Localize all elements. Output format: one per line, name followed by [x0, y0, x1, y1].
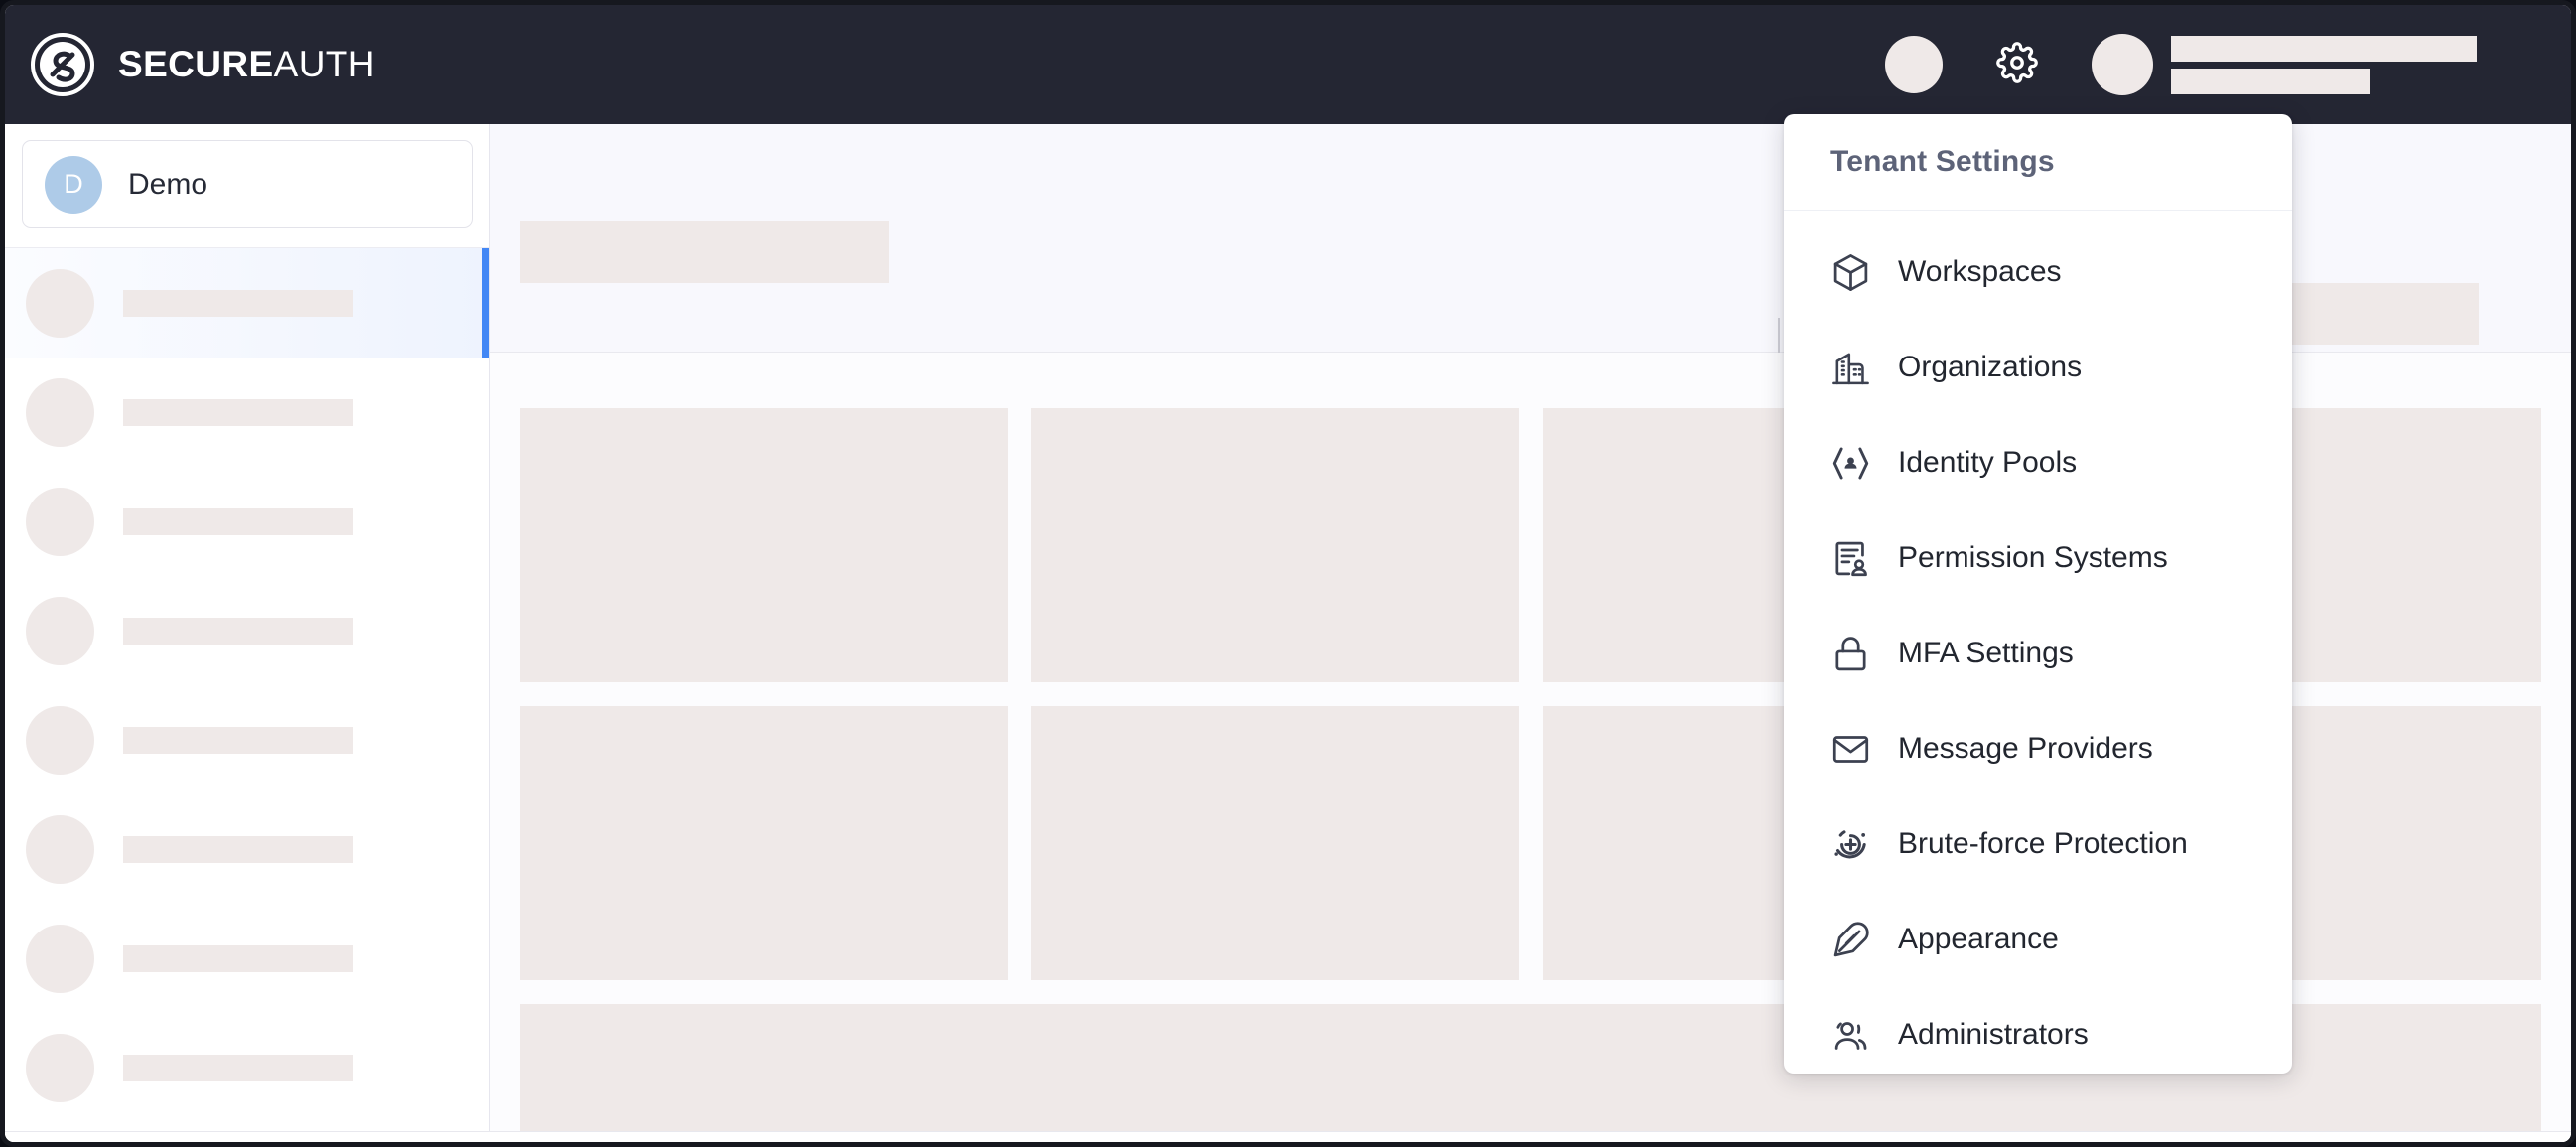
top-navigation-bar: SECUREAUTH — [5, 5, 2571, 124]
menu-item-mfa-settings[interactable]: MFA Settings — [1784, 606, 2292, 701]
sidebar-item-label-placeholder — [123, 835, 353, 863]
card-placeholder — [1031, 706, 1519, 980]
sidebar-item-icon-placeholder — [26, 596, 94, 665]
menu-item-organizations[interactable]: Organizations — [1784, 320, 2292, 415]
user-avatar[interactable] — [2092, 34, 2153, 95]
envelope-icon — [1830, 729, 1871, 770]
topbar-actions — [1885, 34, 2571, 95]
sidebar-item-label-placeholder — [123, 507, 353, 535]
workspace-selector-container: D Demo — [5, 124, 489, 248]
application-window: SECUREAUTH D Demo Tenant Settings Worksp… — [0, 0, 2576, 1147]
sidebar-item-label-placeholder — [123, 617, 353, 645]
sidebar-item-placeholder[interactable] — [5, 467, 489, 576]
menu-item-label: Permission Systems — [1898, 541, 2168, 574]
notifications-placeholder[interactable] — [1885, 36, 1943, 93]
card-placeholder — [520, 706, 1008, 980]
sidebar-item-placeholder[interactable] — [5, 576, 489, 685]
sidebar-item-placeholder[interactable] — [5, 904, 489, 1013]
tenant-settings-button[interactable] — [1988, 36, 2046, 93]
menu-item-identity-pools[interactable]: Identity Pools — [1784, 415, 2292, 510]
sidebar-item-placeholder[interactable] — [5, 794, 489, 904]
menu-item-message-providers[interactable]: Message Providers — [1784, 701, 2292, 796]
menu-item-brute-force-protection[interactable]: Brute-force Protection — [1784, 796, 2292, 892]
dropdown-header: Tenant Settings — [1784, 114, 2292, 211]
sidebar-item-label-placeholder — [123, 726, 353, 754]
sidebar: D Demo — [5, 124, 490, 1142]
cube-icon — [1830, 252, 1871, 293]
menu-item-label: Message Providers — [1898, 732, 2153, 765]
menu-item-administrators[interactable]: Administrators — [1784, 987, 2292, 1074]
card-placeholder — [1031, 408, 1519, 682]
sidebar-item-icon-placeholder — [26, 268, 94, 338]
lock-icon — [1830, 634, 1871, 674]
sidebar-item-placeholder[interactable] — [5, 358, 489, 467]
card-placeholder — [520, 408, 1008, 682]
brand-name: SECUREAUTH — [118, 44, 375, 85]
bottom-scroll-strip[interactable] — [5, 1131, 2571, 1142]
menu-item-label: Organizations — [1898, 351, 2083, 383]
user-name-placeholder — [2171, 35, 2477, 62]
dropdown-title: Tenant Settings — [1830, 145, 2055, 178]
sidebar-item-label-placeholder — [123, 944, 353, 972]
sidebar-item-icon-placeholder — [26, 487, 94, 556]
sidebar-item-placeholder[interactable] — [5, 685, 489, 794]
workspace-avatar: D — [45, 155, 102, 214]
menu-item-appearance[interactable]: Appearance — [1784, 892, 2292, 987]
brand-logo[interactable]: SECUREAUTH — [5, 31, 375, 98]
page-title-placeholder — [520, 221, 889, 283]
sidebar-item-icon-placeholder — [26, 924, 94, 993]
workspace-name: Demo — [128, 167, 208, 201]
sidebar-item-icon-placeholder — [26, 814, 94, 884]
sidebar-item-placeholder[interactable] — [5, 248, 489, 358]
gear-icon — [1996, 41, 2038, 88]
shield-target-icon — [1830, 824, 1871, 865]
users-icon — [1830, 1015, 1871, 1056]
user-role-placeholder — [2171, 68, 2370, 94]
menu-item-permission-systems[interactable]: Permission Systems — [1784, 510, 2292, 606]
user-info-placeholder — [2171, 35, 2477, 94]
menu-item-label: Brute-force Protection — [1898, 827, 2188, 860]
menu-item-label: Appearance — [1898, 923, 2059, 955]
sidebar-item-label-placeholder — [123, 398, 353, 426]
sidebar-item-label-placeholder — [123, 289, 353, 317]
brand-name-bold: SECURE — [118, 44, 274, 84]
sidebar-item-placeholder[interactable] — [5, 1013, 489, 1122]
sidebar-item-icon-placeholder — [26, 377, 94, 447]
permission-document-icon — [1830, 538, 1871, 579]
menu-item-label: MFA Settings — [1898, 637, 2074, 669]
menu-item-label: Workspaces — [1898, 255, 2062, 288]
menu-item-label: Administrators — [1898, 1018, 2089, 1051]
sidebar-item-icon-placeholder — [26, 705, 94, 775]
building-icon — [1830, 348, 1871, 388]
identity-pool-icon — [1830, 443, 1871, 484]
secureauth-s-logo-icon — [29, 31, 96, 98]
workspace-selector[interactable]: D Demo — [22, 140, 473, 228]
sidebar-item-label-placeholder — [123, 1054, 353, 1081]
dropdown-menu-list: Workspaces Organizations Identity Pools … — [1784, 211, 2292, 1074]
menu-item-workspaces[interactable]: Workspaces — [1784, 224, 2292, 320]
menu-item-label: Identity Pools — [1898, 446, 2078, 479]
sidebar-item-icon-placeholder — [26, 1033, 94, 1102]
sidebar-nav-list — [5, 248, 489, 1122]
feather-icon — [1830, 920, 1871, 960]
brand-name-light: AUTH — [273, 44, 375, 84]
tenant-settings-dropdown: Tenant Settings Workspaces Organizations… — [1784, 114, 2292, 1074]
